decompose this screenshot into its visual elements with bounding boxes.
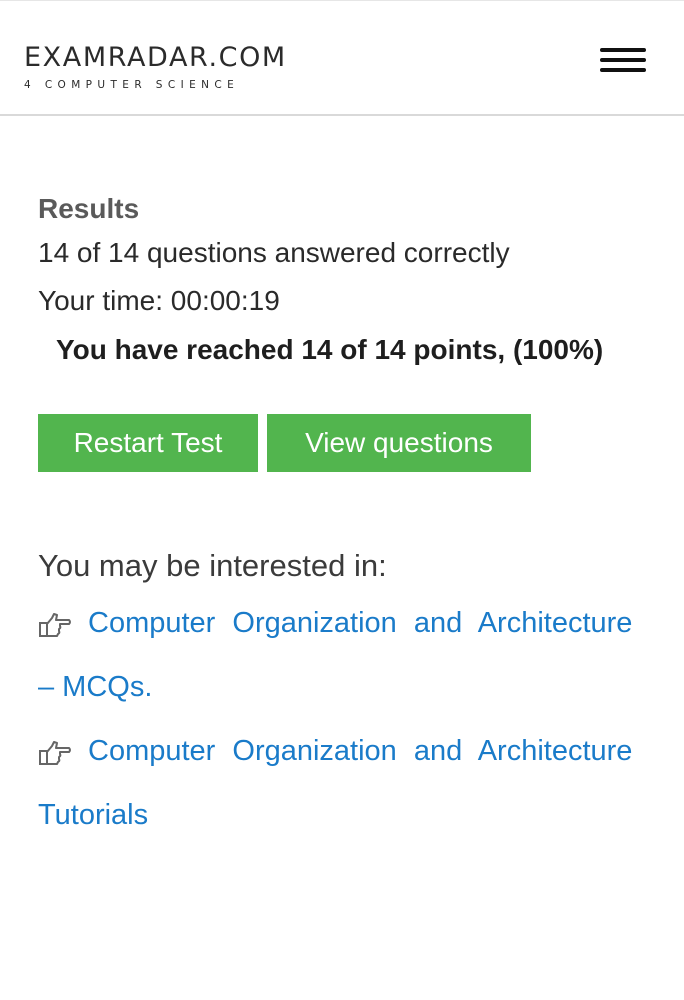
menu-bar-top [600,48,646,52]
related-link-1-line2[interactable]: – MCQs. [38,671,152,704]
menu-bar-middle [600,58,646,62]
pointing-hand-icon [39,613,71,637]
site-header: EXAMRADAR.COM 4 COMPUTER SCIENCE [0,0,684,116]
correct-answers-text: 14 of 14 questions answered correctly [38,237,510,268]
logo-subtitle: 4 COMPUTER SCIENCE [24,79,240,91]
results-heading: Results [38,193,140,224]
site-logo[interactable]: EXAMRADAR.COM 4 COMPUTER SCIENCE [24,42,287,92]
elapsed-time-text: Your time: 00:00:19 [38,285,280,316]
related-link-1-line1[interactable]: Computer Organization and Architecture [88,607,632,640]
related-heading: You may be interested in: [38,548,387,583]
points-summary: You have reached 14 of 14 points, (100%) [56,334,604,365]
logo-title: EXAMRADAR.COM [24,42,287,73]
pointing-hand-icon [39,741,71,765]
related-link-2-line1[interactable]: Computer Organization and Architecture [88,735,632,768]
hamburger-menu-icon[interactable] [600,48,646,72]
related-link-2-line2[interactable]: Tutorials [38,799,148,832]
view-questions-button[interactable]: View questions [267,414,531,472]
restart-test-button[interactable]: Restart Test [38,414,258,472]
menu-bar-bottom [600,68,646,72]
